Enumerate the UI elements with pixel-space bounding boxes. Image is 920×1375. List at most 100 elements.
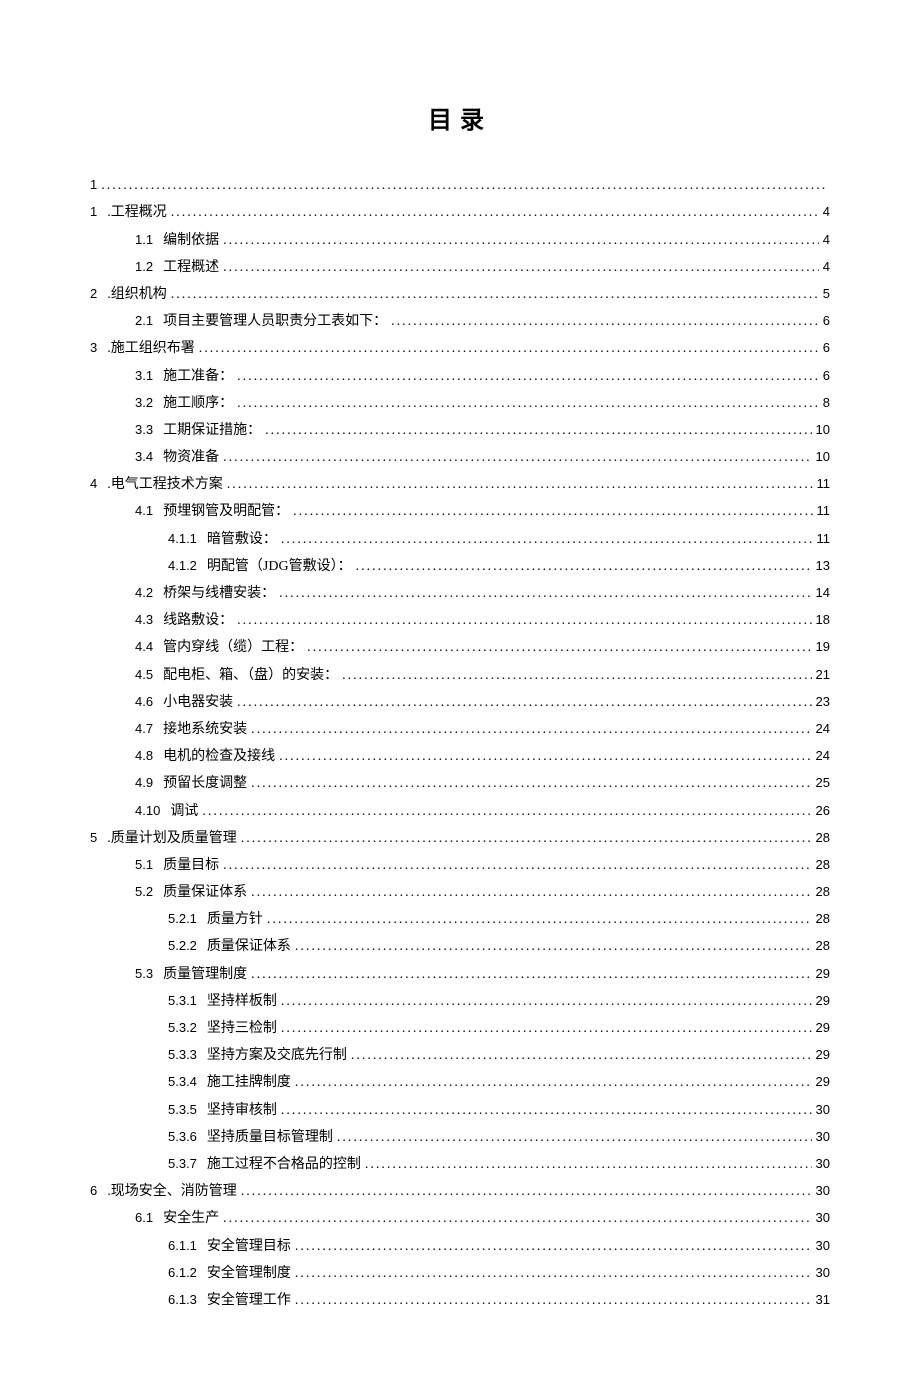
toc-entry-page: 30 bbox=[816, 1206, 830, 1229]
toc-leader-dots bbox=[279, 744, 811, 769]
toc-leader-dots bbox=[223, 853, 811, 878]
toc-entry-page: 10 bbox=[816, 445, 830, 468]
toc-entry: 5.2.2质量保证体系28 bbox=[90, 934, 830, 959]
toc-entry-page: 30 bbox=[816, 1152, 830, 1175]
toc-entry: 4.1.2 明配管（JDG管敷设）： 13 bbox=[90, 554, 830, 579]
toc-entry-page: 30 bbox=[816, 1234, 830, 1257]
toc-entry-page: 28 bbox=[816, 826, 830, 849]
toc-entry: 1.工程概况4 bbox=[90, 200, 830, 225]
toc-leader-dots bbox=[241, 826, 812, 851]
toc-entry: 4.5配电柜、箱、（盘）的安装：21 bbox=[90, 663, 830, 688]
toc-entry-number: 4.10 bbox=[135, 799, 160, 822]
toc-entry-number: 2.1 bbox=[135, 309, 153, 332]
toc-entry-text: 质量保证体系 bbox=[163, 880, 247, 905]
toc-entry-text: 施工准备： bbox=[163, 364, 233, 389]
toc-entry: 5.2.1质量方针28 bbox=[90, 907, 830, 932]
toc-entry-page: 28 bbox=[816, 880, 830, 903]
toc-entry-text: 项目主要管理人员职责分工表如下： bbox=[163, 309, 387, 334]
toc-entry: 4.6小电器安装23 bbox=[90, 690, 830, 715]
toc-entry-number: 5.3.3 bbox=[168, 1043, 197, 1066]
toc-leader-dots bbox=[171, 282, 819, 307]
toc-entry-text: 安全管理制度 bbox=[207, 1261, 291, 1286]
toc-entry-number: 6.1.2 bbox=[168, 1261, 197, 1284]
toc-entry-number: 4.1.2 bbox=[168, 554, 197, 577]
toc-title: 目录 bbox=[90, 100, 830, 143]
toc-leader-dots bbox=[281, 1016, 812, 1041]
toc-entry-number: 5.3.1 bbox=[168, 989, 197, 1012]
toc-entry: 2.组织机构5 bbox=[90, 282, 830, 307]
toc-entry-text: .工程概况 bbox=[107, 200, 167, 225]
toc-leader-dots bbox=[295, 1234, 812, 1259]
toc-entry-text: 坚持审核制 bbox=[207, 1098, 277, 1123]
toc-entry: 4.2桥架与线槽安装：14 bbox=[90, 581, 830, 606]
toc-entry-text: 预埋钢管及明配管： bbox=[163, 499, 289, 524]
toc-entry: 6.1.2安全管理制度30 bbox=[90, 1261, 830, 1286]
toc-entry: 5.3质量管理制度29 bbox=[90, 962, 830, 987]
toc-entry: 5.1质量目标28 bbox=[90, 853, 830, 878]
toc-entry-page: 26 bbox=[816, 799, 830, 822]
toc-leader-dots bbox=[295, 934, 812, 959]
toc-entry: 4.8电机的检查及接线24 bbox=[90, 744, 830, 769]
toc-entry-page: 23 bbox=[816, 690, 830, 713]
toc-leader-dots bbox=[342, 663, 811, 688]
toc-leader-dots bbox=[251, 771, 811, 796]
toc-leader-dots bbox=[281, 1098, 812, 1123]
toc-entry-text: 安全管理目标 bbox=[207, 1234, 291, 1259]
toc-leader-dots bbox=[251, 880, 811, 905]
toc-leader-dots bbox=[351, 1043, 812, 1068]
toc-entry-page: 11 bbox=[817, 527, 831, 550]
toc-leader-dots bbox=[356, 554, 812, 579]
toc-entry-number: 6 bbox=[90, 1179, 97, 1202]
toc-entry-page: 29 bbox=[816, 1070, 830, 1093]
toc-leader-dots bbox=[251, 962, 811, 987]
toc-entry-text: 工程概述 bbox=[163, 255, 219, 280]
toc-entry-number: 2 bbox=[90, 282, 97, 305]
toc-leader-dots bbox=[199, 336, 819, 361]
toc-entry-page: 18 bbox=[816, 608, 830, 631]
toc-entry: 4.9预留长度调整25 bbox=[90, 771, 830, 796]
toc-entry-text: 明配管（JDG管敷设）： bbox=[207, 554, 352, 579]
toc-entry-text: 坚持样板制 bbox=[207, 989, 277, 1014]
toc-entry: 1 bbox=[90, 173, 830, 198]
toc-entry-number: 3.2 bbox=[135, 391, 153, 414]
toc-entry-number: 5.3.6 bbox=[168, 1125, 197, 1148]
toc-entry-number: 4.3 bbox=[135, 608, 153, 631]
toc-entry-page: 30 bbox=[816, 1179, 830, 1202]
toc-entry-number: 4 bbox=[90, 472, 97, 495]
toc-entry-number: 4.1 bbox=[135, 499, 153, 522]
toc-entry-page: 29 bbox=[816, 989, 830, 1012]
toc-entry-number: 5.3.2 bbox=[168, 1016, 197, 1039]
toc-leader-dots bbox=[223, 445, 811, 470]
toc-entry-page: 6 bbox=[823, 336, 830, 359]
toc-entry-number: 1 bbox=[90, 173, 97, 196]
toc-entry-text: 桥架与线槽安装： bbox=[163, 581, 275, 606]
toc-entry-page: 10 bbox=[816, 418, 830, 441]
toc-leader-dots bbox=[251, 717, 811, 742]
toc-entry-number: 4.7 bbox=[135, 717, 153, 740]
toc-entry-page: 8 bbox=[823, 391, 830, 414]
toc-entry-text: 暗管敷设： bbox=[207, 527, 277, 552]
toc-entry: 1.1编制依据4 bbox=[90, 228, 830, 253]
toc-leader-dots bbox=[295, 1261, 812, 1286]
toc-leader-dots bbox=[202, 799, 811, 824]
toc-leader-dots bbox=[237, 690, 811, 715]
toc-entry-number: 4.1.1 bbox=[168, 527, 197, 550]
toc-leader-dots bbox=[237, 608, 811, 633]
toc-entry-number: 5.3.5 bbox=[168, 1098, 197, 1121]
toc-entry-page: 13 bbox=[816, 554, 830, 577]
toc-entry: 4.1.1 暗管敷设： 11 bbox=[90, 527, 830, 552]
toc-leader-dots bbox=[365, 1152, 812, 1177]
toc-entry-number: 4.5 bbox=[135, 663, 153, 686]
toc-entry-text: .施工组织布署 bbox=[107, 336, 195, 361]
toc-entry-page: 6 bbox=[823, 309, 830, 332]
toc-entry: 5.2质量保证体系28 bbox=[90, 880, 830, 905]
toc-entry: 4.3线路敷设：18 bbox=[90, 608, 830, 633]
toc-entry-text: 质量保证体系 bbox=[207, 934, 291, 959]
toc-entry-text: .质量计划及质量管理 bbox=[107, 826, 237, 851]
toc-entry: 6.1.1安全管理目标30 bbox=[90, 1234, 830, 1259]
toc-entry-page: 28 bbox=[816, 907, 830, 930]
toc-leader-dots bbox=[223, 1206, 811, 1231]
toc-entry-page: 29 bbox=[816, 1016, 830, 1039]
toc-entry: 5.3.6坚持质量目标管理制30 bbox=[90, 1125, 830, 1150]
toc-entry-number: 3.4 bbox=[135, 445, 153, 468]
